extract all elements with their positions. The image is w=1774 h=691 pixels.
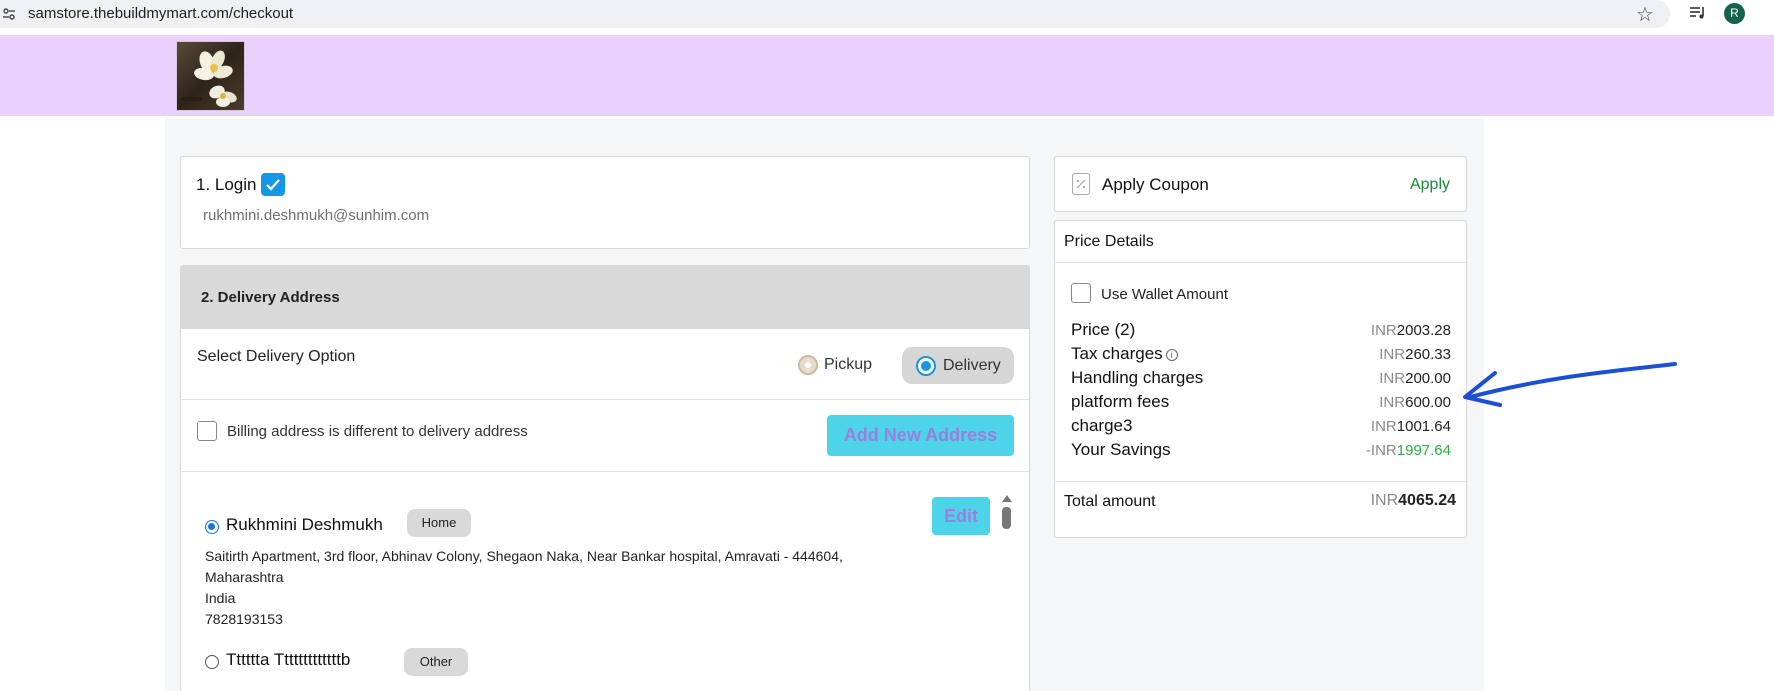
site-settings-icon[interactable]: [2, 7, 16, 21]
charge3-row-value: INR1001.64: [1370, 418, 1451, 435]
delivery-option-label: Select Delivery Option: [197, 348, 356, 365]
login-complete-check-icon: [261, 173, 285, 196]
login-title: 1. Login: [196, 175, 257, 194]
price-details-title: Price Details: [1064, 233, 1154, 250]
price-row-value: INR2003.28: [1370, 322, 1451, 339]
address-radio-selected[interactable]: [205, 520, 219, 534]
store-logo[interactable]: [176, 41, 245, 111]
coupon-icon: [1072, 173, 1090, 195]
apply-coupon-button[interactable]: Apply: [1410, 176, 1450, 194]
delivery-title: 2. Delivery Address: [201, 289, 340, 306]
info-icon[interactable]: i: [1165, 348, 1178, 361]
annotation-arrow-icon: [1463, 362, 1677, 407]
delivery-label: Delivery: [943, 357, 1001, 374]
savings-row-label: Your Savings: [1071, 440, 1171, 459]
login-email: rukhmini.deshmukh@sunhim.com: [203, 207, 430, 224]
profile-avatar[interactable]: R: [1724, 3, 1745, 24]
login-section: 1. Login rukhmini.deshmukh@sunhim.com: [180, 156, 1030, 249]
pickup-radio[interactable]: [798, 355, 818, 375]
address-name-2: Tttttta Tttttttttttttb: [226, 650, 351, 669]
delivery-radio[interactable]: [916, 356, 936, 376]
scroll-up-arrow-icon[interactable]: [1002, 495, 1012, 502]
address-name: Rukhmini Deshmukh: [226, 515, 383, 534]
address-country: India: [205, 590, 236, 606]
divider: [1055, 481, 1466, 482]
handling-row-label: Handling charges: [1071, 368, 1204, 387]
price-row-label: Price (2): [1071, 320, 1136, 339]
platform-fees-row-label: platform fees: [1071, 392, 1170, 411]
price-details-section: Price Details Use Wallet Amount Price (2…: [1054, 220, 1467, 538]
tax-row-label: Tax charges i: [1071, 344, 1178, 364]
address-tag-2: Other: [404, 648, 468, 676]
apply-coupon-label: Apply Coupon: [1102, 175, 1209, 194]
use-wallet-label: Use Wallet Amount: [1101, 286, 1228, 303]
address-list: Rukhmini Deshmukh Home Saitirth Apartmen…: [181, 473, 1029, 691]
media-controls-icon[interactable]: [1688, 4, 1706, 22]
bookmark-star-icon[interactable]: ☆: [1636, 2, 1654, 27]
billing-different-checkbox[interactable]: [197, 421, 217, 441]
scrollbar-thumb[interactable]: [1002, 507, 1011, 529]
apply-coupon-section: Apply Coupon Apply: [1054, 156, 1467, 212]
delivery-address-section: 2. Delivery Address Select Delivery Opti…: [180, 265, 1030, 691]
address-phone: 7828193153: [205, 611, 283, 627]
address-state: Maharashtra: [205, 569, 284, 585]
delivery-option[interactable]: Delivery: [902, 347, 1014, 384]
billing-different-label: Billing address is different to delivery…: [227, 423, 528, 440]
edit-address-button[interactable]: Edit: [932, 497, 990, 535]
savings-row-value: -INR1997.64: [1365, 442, 1451, 459]
delivery-header: 2. Delivery Address: [181, 266, 1029, 329]
address-radio[interactable]: [205, 655, 219, 669]
platform-fees-row-value: INR600.00: [1379, 394, 1451, 411]
charge3-row-label: charge3: [1071, 416, 1133, 435]
use-wallet-checkbox[interactable]: [1071, 283, 1091, 303]
flower-logo-image: [182, 50, 237, 107]
url-text[interactable]: samstore.thebuildmymart.com/checkout: [28, 5, 293, 22]
total-amount-label: Total amount: [1064, 493, 1156, 510]
pickup-label: Pickup: [824, 356, 873, 373]
handling-row-value: INR200.00: [1379, 370, 1451, 387]
tax-row-value: INR260.33: [1379, 346, 1451, 363]
divider: [1055, 262, 1466, 263]
total-amount-value: INR4065.24: [1370, 492, 1456, 509]
store-header: [0, 35, 1774, 116]
address-tag: Home: [407, 509, 471, 537]
address-field[interactable]: samstore.thebuildmymart.com/checkout ☆: [0, 0, 1670, 28]
browser-url-bar: samstore.thebuildmymart.com/checkout ☆ R: [0, 0, 1774, 34]
address-line: Saitirth Apartment, 3rd floor, Abhinav C…: [205, 548, 843, 564]
add-new-address-button[interactable]: Add New Address: [827, 415, 1014, 456]
